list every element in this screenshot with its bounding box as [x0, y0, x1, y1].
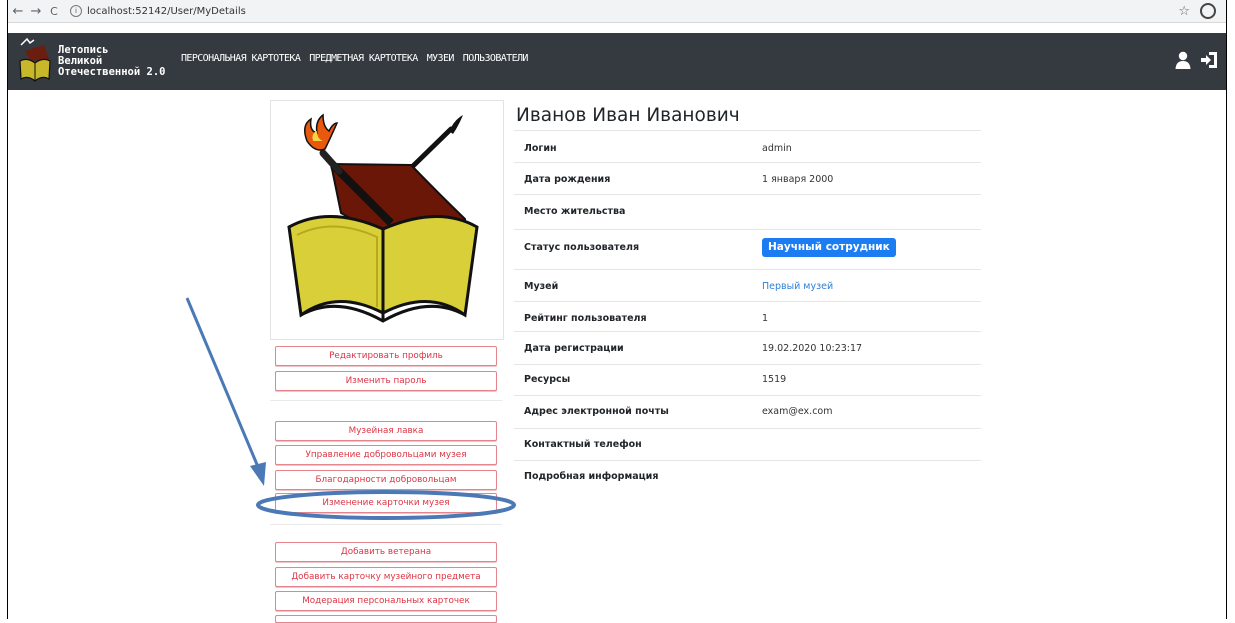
registration-date-value: 19.02.2020 10:23:17: [762, 343, 863, 354]
address-url[interactable]: localhost:52142/User/MyDetails: [87, 6, 246, 17]
rating-value: 1: [762, 313, 769, 324]
browser-actions: ☆: [1178, 3, 1226, 19]
resources-value: 1519: [762, 374, 787, 385]
nav-museums[interactable]: МУЗЕИ: [427, 53, 455, 64]
phone-label: Контактный телефон: [524, 439, 642, 450]
row-divider: [514, 229, 981, 230]
museum-label: Музей: [524, 281, 559, 292]
reload-icon[interactable]: C: [46, 5, 62, 18]
logout-icon[interactable]: [1200, 51, 1218, 69]
forward-arrow-icon[interactable]: →: [28, 4, 44, 19]
row-divider: [514, 162, 981, 163]
address-bar[interactable]: i localhost:52142/User/MyDetails: [70, 5, 246, 17]
nav-subject-cards[interactable]: ПРЕДМЕТНАЯ КАРТОТЕКА: [309, 53, 418, 64]
row-divider: [514, 130, 981, 131]
login-label: Логин: [524, 143, 557, 154]
details-label: Подробная информация: [524, 471, 659, 482]
row-divider: [514, 428, 981, 429]
moderate-personal-cards-button[interactable]: Модерация персональных карточек: [275, 591, 497, 611]
bookmark-star-icon[interactable]: ☆: [1178, 4, 1190, 19]
login-value: admin: [762, 143, 792, 154]
annotation-overlay: [185, 297, 516, 520]
row-divider: [514, 460, 981, 461]
user-full-name: Иванов Иван Иванович: [516, 105, 740, 126]
brand-line-3: Отечественной 2.0: [58, 65, 166, 78]
user-status-label: Статус пользователя: [524, 242, 640, 253]
divider-museum-actions: [270, 524, 502, 525]
annotation-arrowhead-icon: [250, 462, 266, 486]
rating-label: Рейтинг пользователя: [524, 313, 647, 324]
museum-link[interactable]: Первый музей: [762, 281, 833, 292]
add-veteran-button[interactable]: Добавить ветерана: [275, 542, 497, 562]
book-logo-icon: [19, 37, 51, 82]
divider-profile-actions: [270, 400, 502, 401]
browser-profile-icon[interactable]: [1200, 3, 1216, 19]
frame-border-right: [1226, 0, 1227, 619]
email-value: exam@ex.com: [762, 406, 833, 417]
row-divider: [514, 395, 981, 396]
user-icon[interactable]: [1175, 51, 1191, 69]
frame-border-left: [7, 0, 8, 619]
row-divider: [514, 194, 981, 195]
birthdate-value: 1 января 2000: [762, 174, 834, 185]
row-divider: [514, 364, 981, 365]
browser-toolbar: ← → C i localhost:52142/User/MyDetails ☆: [8, 0, 1226, 23]
row-divider: [514, 331, 981, 332]
app-navbar: Летопись Великой Отечественной 2.0 ПЕРСО…: [8, 33, 1226, 90]
site-info-icon[interactable]: i: [70, 5, 82, 17]
birthdate-label: Дата рождения: [524, 174, 611, 185]
resources-label: Ресурсы: [524, 374, 571, 385]
registration-date-label: Дата регистрации: [524, 343, 624, 354]
brand-line-2: Великой: [58, 54, 103, 67]
row-divider: [514, 301, 981, 302]
nav-personal-cards[interactable]: ПЕРСОНАЛЬНАЯ КАРТОТЕКА: [181, 53, 301, 64]
add-museum-item-card-button[interactable]: Добавить карточку музейного предмета: [275, 567, 497, 587]
manage-volunteers-button[interactable]: Управление добровольцами музея: [275, 445, 497, 465]
nav-users[interactable]: ПОЛЬЗОВАТЕЛИ: [463, 53, 529, 64]
user-status-badge: Научный сотрудник: [762, 238, 896, 257]
back-arrow-icon[interactable]: ←: [10, 4, 26, 19]
navbar-icons: [1175, 51, 1218, 69]
edit-profile-button[interactable]: Редактировать профиль: [275, 346, 497, 366]
museum-shop-button[interactable]: Музейная лавка: [275, 421, 497, 441]
brand-title: Летопись Великой Отечественной 2.0: [58, 43, 166, 78]
change-password-button[interactable]: Изменить пароль: [275, 371, 497, 391]
brand-line-1: Летопись: [58, 43, 109, 56]
more-actions-button[interactable]: [275, 615, 497, 623]
main-menu: ПЕРСОНАЛЬНАЯ КАРТОТЕКА ПРЕДМЕТНАЯ КАРТОТ…: [181, 53, 537, 64]
email-label: Адрес электронной почты: [524, 406, 669, 417]
residence-label: Место жительства: [524, 206, 626, 217]
profile-logo-card: [270, 100, 504, 340]
volunteer-thanks-button[interactable]: Благодарности добровольцам: [275, 470, 497, 490]
row-divider: [514, 269, 981, 270]
chronicle-book-logo: [287, 113, 479, 323]
edit-museum-card-button[interactable]: Изменение карточки музея: [275, 493, 497, 513]
brand[interactable]: Летопись Великой Отечественной 2.0: [18, 37, 165, 85]
annotation-arrow-icon: [185, 297, 263, 475]
